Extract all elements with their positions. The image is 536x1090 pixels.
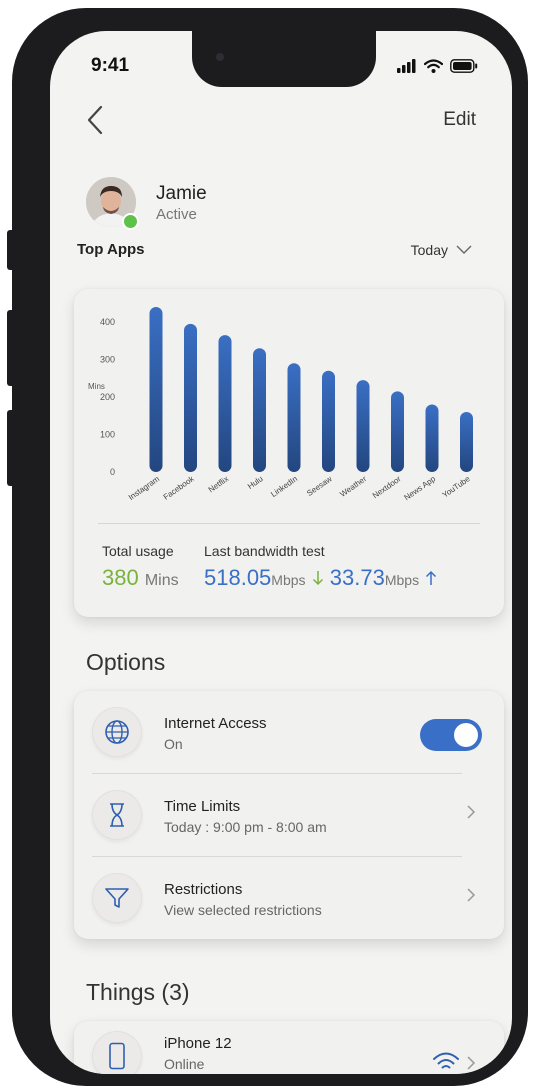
bar-seesaw	[322, 370, 335, 472]
option-time-limits[interactable]: Time Limits Today : 9:00 pm - 8:00 am	[74, 774, 504, 856]
x-tick-label: News App	[402, 474, 437, 502]
period-dropdown[interactable]: Today	[411, 242, 472, 258]
option-internet-access[interactable]: Internet Access On	[74, 691, 504, 773]
bar-facebook	[184, 323, 197, 472]
x-tick-label: Nextdoor	[371, 474, 403, 500]
phone-icon-wrap	[92, 1031, 142, 1074]
internet-access-toggle[interactable]	[420, 719, 482, 751]
options-card: Internet Access On Time Limits Today : 9…	[74, 691, 504, 939]
options-title: Options	[86, 649, 166, 675]
upload-value: 33.73	[329, 565, 385, 590]
top-apps-card: Mins 0 100 200 300 400 Instagram Facebook Netfli…	[74, 289, 504, 617]
status-icons	[397, 59, 478, 73]
option-subtitle: Today : 9:00 pm - 8:00 am	[164, 819, 327, 835]
option-restrictions[interactable]: Restrictions View selected restrictions	[74, 857, 504, 939]
things-card: iPhone 12 Online	[74, 1021, 504, 1074]
wifi-icon	[424, 59, 443, 73]
arrow-up-icon	[426, 570, 437, 585]
top-apps-title: Top Apps	[77, 241, 145, 258]
toggle-knob	[454, 723, 478, 747]
bar-hulu	[253, 348, 266, 472]
hourglass-icon	[110, 803, 124, 827]
y-axis-label: Mins	[88, 382, 105, 391]
top-apps-bar-chart: Mins 0 100 200 300 400 Instagram Facebook Netfli…	[88, 307, 473, 502]
chevron-down-icon	[456, 245, 472, 254]
x-tick-label: YouTube	[441, 474, 472, 500]
x-tick-label: Netflix	[207, 474, 230, 494]
bandwidth-label: Last bandwidth test	[204, 543, 325, 559]
period-label: Today	[410, 242, 448, 258]
chevron-right-icon	[467, 805, 476, 819]
phone-frame: 9:41 Edit Jamie Active Top Apps Today Mi…	[12, 8, 528, 1086]
total-usage-number: 380	[102, 565, 139, 590]
y-tick-label: 400	[100, 317, 115, 327]
phone-icon	[109, 1042, 125, 1070]
thing-name: iPhone 12	[164, 1035, 232, 1052]
total-usage-unit: Mins	[144, 572, 179, 589]
x-tick-label: Seesaw	[305, 474, 334, 498]
screen: 9:41 Edit Jamie Active Top Apps Today Mi…	[50, 31, 512, 1074]
bar-nextdoor	[391, 391, 404, 472]
y-tick-label: 300	[100, 355, 115, 365]
option-subtitle: View selected restrictions	[164, 902, 322, 918]
total-usage-label: Total usage	[102, 543, 174, 559]
chevron-right-icon	[467, 1056, 476, 1070]
bar-netflix	[218, 335, 232, 472]
online-status-dot	[122, 213, 139, 230]
battery-icon	[450, 59, 478, 73]
signal-icon	[397, 59, 416, 73]
bar-weather	[356, 380, 370, 472]
option-title: Time Limits	[164, 798, 241, 815]
option-title: Restrictions	[164, 881, 243, 898]
edit-button[interactable]: Edit	[443, 109, 476, 131]
x-tick-label: Weather	[338, 474, 368, 499]
globe-icon	[105, 720, 129, 744]
filter-icon	[105, 888, 129, 908]
bar-news-app	[425, 404, 439, 472]
bar-instagram	[149, 307, 163, 472]
y-tick-label: 0	[110, 467, 115, 477]
things-title: Things (3)	[86, 979, 190, 1005]
thing-status: Online	[164, 1056, 205, 1072]
globe-icon-wrap	[92, 707, 142, 757]
bandwidth-values: 518.05Mbps 33.73Mbps	[204, 565, 437, 591]
wifi-strength-icon	[433, 1052, 459, 1069]
upload-unit: Mbps	[384, 572, 420, 588]
profile-name: Jamie	[156, 183, 207, 204]
x-tick-label: Hulu	[246, 474, 265, 491]
chart-divider	[98, 523, 480, 524]
total-usage-value: 380 Mins	[102, 565, 179, 591]
back-chevron-icon[interactable]	[84, 105, 106, 135]
y-tick-label: 200	[100, 392, 115, 402]
filter-icon-wrap	[92, 873, 142, 923]
option-subtitle: On	[164, 736, 183, 752]
x-tick-label: Instagram	[127, 474, 162, 502]
status-time: 9:41	[91, 55, 130, 76]
y-tick-label: 100	[100, 430, 115, 440]
arrow-down-icon	[312, 571, 323, 586]
option-title: Internet Access	[164, 715, 267, 732]
download-unit: Mbps	[271, 572, 306, 588]
bar-youtube	[460, 412, 473, 472]
x-tick-label: LinkedIn	[269, 474, 299, 499]
bar-linkedin	[287, 363, 301, 472]
front-camera	[216, 53, 224, 61]
download-value: 518.05	[204, 565, 272, 590]
hourglass-icon-wrap	[92, 790, 142, 840]
profile-status: Active	[156, 206, 197, 223]
chevron-right-icon	[467, 888, 476, 902]
thing-iphone-12[interactable]: iPhone 12 Online	[74, 1021, 504, 1074]
x-tick-label: Facebook	[162, 474, 197, 502]
